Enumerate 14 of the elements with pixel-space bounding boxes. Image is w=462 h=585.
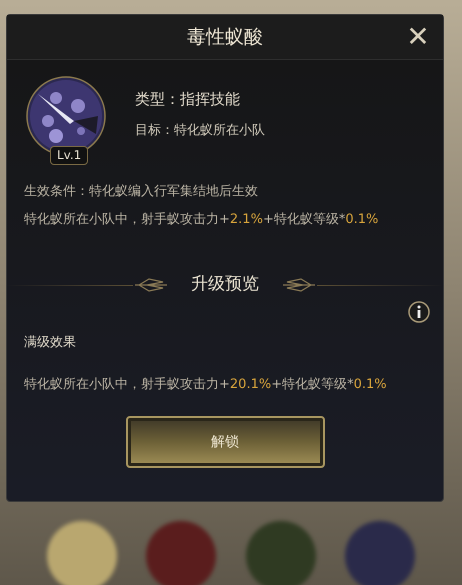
max-level-label: 满级效果 bbox=[23, 334, 76, 352]
level-badge: Lv.1 bbox=[50, 146, 88, 165]
close-button[interactable]: ✕ bbox=[401, 20, 435, 54]
max-effect-description: 特化蚁所在小队中，射手蚁攻击力+20.1%+特化蚁等级*0.1% bbox=[23, 376, 387, 394]
info-icon[interactable] bbox=[408, 301, 430, 323]
effect-condition: 生效条件：特化蚁编入行军集结地后生效 bbox=[24, 183, 259, 201]
skill-target: 目标：特化蚁所在小队 bbox=[135, 122, 265, 140]
wing-ornament-icon bbox=[133, 278, 169, 292]
unlock-button[interactable]: 解锁 bbox=[126, 416, 324, 468]
skill-type: 类型：指挥技能 bbox=[135, 89, 241, 110]
wing-ornament-icon bbox=[281, 278, 317, 292]
section-heading: 升级预览 bbox=[190, 273, 260, 296]
effect-description: 特化蚁所在小队中，射手蚁攻击力+2.1%+特化蚁等级*0.1% bbox=[24, 210, 380, 228]
dialog-title: 毒性蚁酸 bbox=[187, 24, 263, 50]
